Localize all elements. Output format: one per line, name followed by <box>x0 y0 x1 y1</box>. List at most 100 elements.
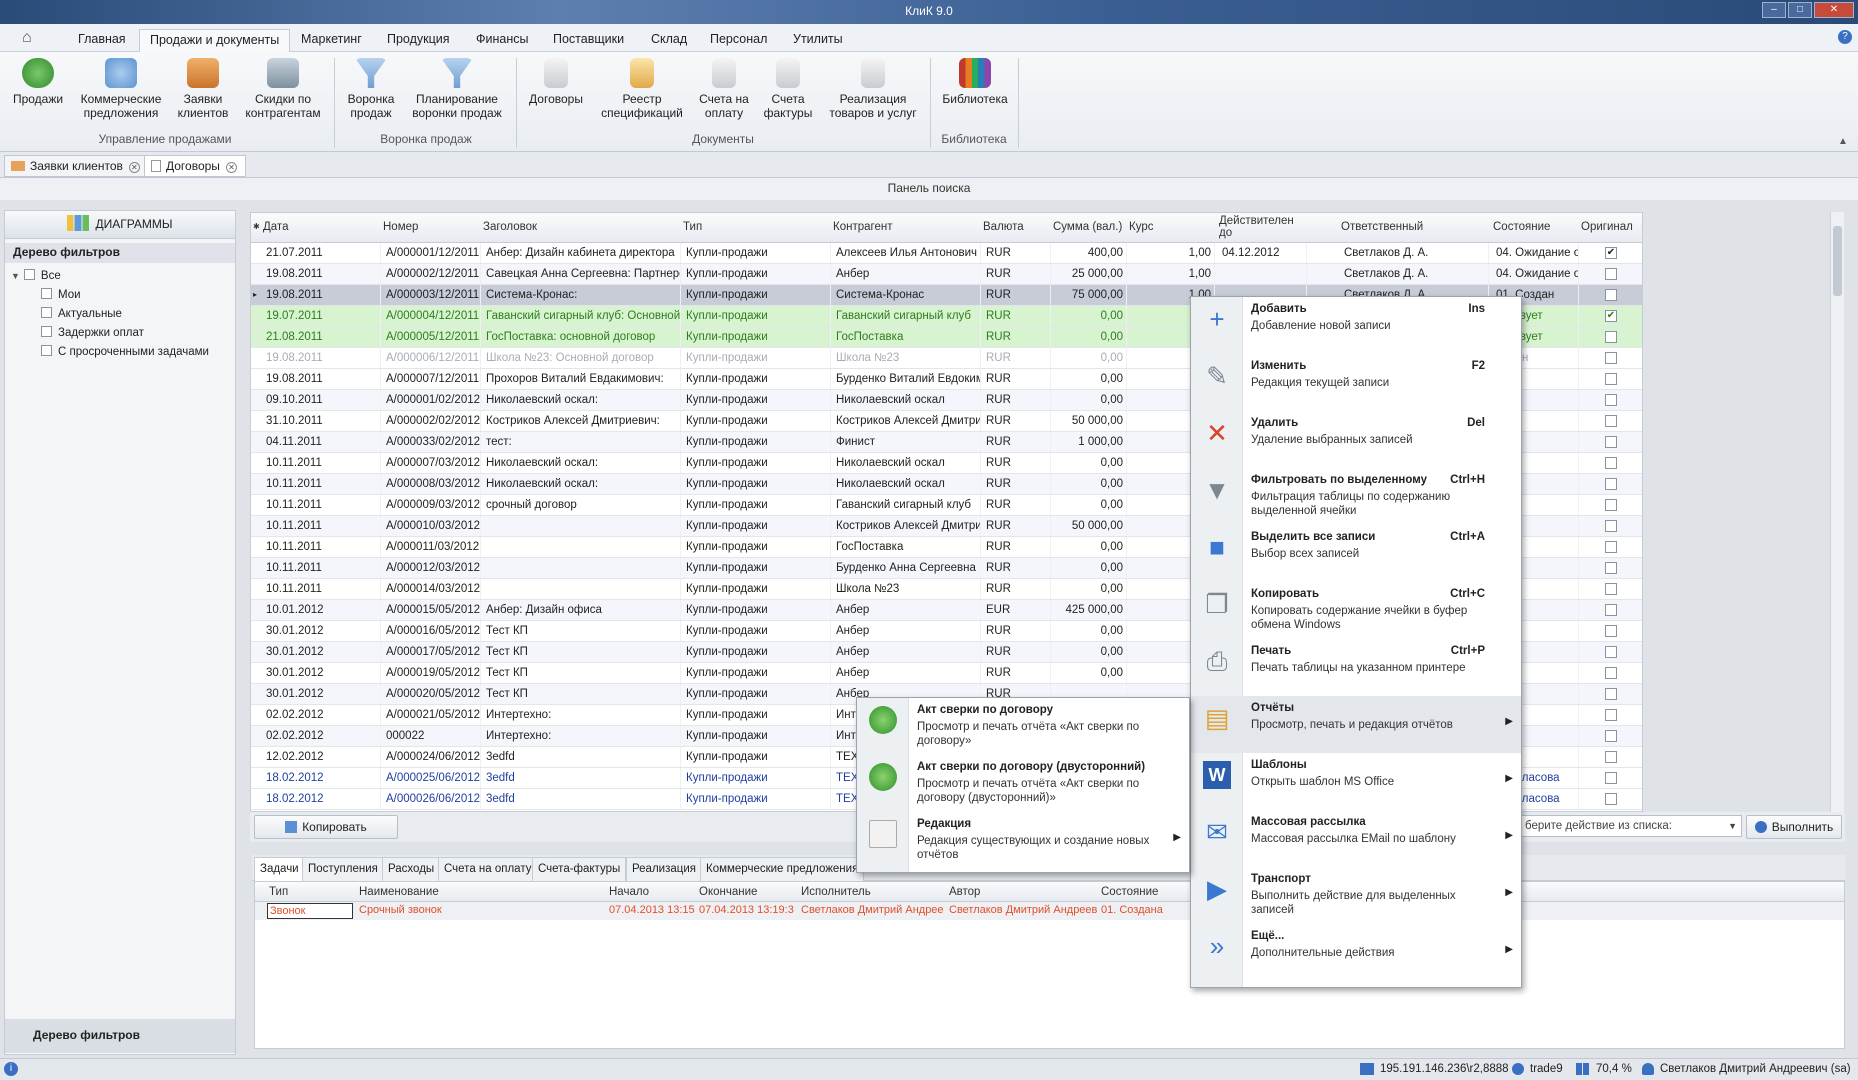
column-header[interactable]: Тип <box>683 221 831 233</box>
original-checkbox[interactable] <box>1605 415 1617 427</box>
original-checkbox[interactable] <box>1605 667 1617 679</box>
tree-item-mine[interactable]: Мои <box>41 288 81 302</box>
table-row[interactable]: 21.07.2011 A/000001/12/2011 Анбер: Дизайн … <box>251 243 1642 264</box>
tab-utilities[interactable]: Утилиты <box>783 29 853 52</box>
report-submenu-item[interactable]: Акт сверки по договору (двусторонний) Про… <box>857 755 1189 812</box>
btab-tasks[interactable]: Задачи <box>254 857 305 881</box>
ribbon-contracts-button[interactable]: Договоры <box>524 58 588 106</box>
original-checkbox[interactable] <box>1605 730 1617 742</box>
btab-receipts[interactable]: Поступления <box>302 857 384 881</box>
column-header[interactable]: Номер <box>383 221 481 233</box>
report-submenu-item[interactable]: Редакция Редакция существующих и создание… <box>857 812 1189 869</box>
column-header[interactable]: Сумма (вал.) <box>1053 221 1127 233</box>
original-checkbox[interactable]: ✔ <box>1605 247 1617 259</box>
tab-main[interactable]: Главная <box>68 29 136 52</box>
original-checkbox[interactable] <box>1605 646 1617 658</box>
original-checkbox[interactable] <box>1605 394 1617 406</box>
context-menu-item[interactable]: ■ Выделить все записи Выбор всех записей Ct… <box>1191 525 1521 582</box>
original-checkbox[interactable]: ✔ <box>1605 310 1617 322</box>
original-checkbox[interactable] <box>1605 751 1617 763</box>
home-icon[interactable]: ⌂ <box>22 29 42 47</box>
btab-vat-invoices[interactable]: Счета-фактуры <box>532 857 627 881</box>
original-checkbox[interactable] <box>1605 478 1617 490</box>
tab-sales-documents[interactable]: Продажи и документы <box>139 29 291 52</box>
ribbon-funnel-button[interactable]: Воронка продаж <box>342 58 400 120</box>
context-menu-item[interactable]: ❐ Копировать Копировать содержание ячейки … <box>1191 582 1521 639</box>
copy-button[interactable]: Копировать <box>254 815 398 839</box>
ribbon-discounts-button[interactable]: Скидки по контрагентам <box>240 58 326 120</box>
ribbon-invoices-button[interactable]: Счета на оплату <box>694 58 754 120</box>
close-tab-icon[interactable]: ✕ <box>128 162 140 173</box>
column-header[interactable]: Оригинал <box>1581 221 1641 233</box>
ribbon-sales-button[interactable]: Продажи <box>8 58 68 106</box>
close-button[interactable]: ✕ <box>1814 2 1854 18</box>
ribbon-library-button[interactable]: Библиотека <box>938 58 1012 106</box>
original-checkbox[interactable] <box>1605 268 1617 280</box>
tab-suppliers[interactable]: Поставщики <box>543 29 634 52</box>
help-icon[interactable]: ? <box>1838 30 1852 44</box>
context-menu-item[interactable]: ✉ Массовая рассылка Массовая рассылка EMai… <box>1191 810 1521 867</box>
ribbon-vat-invoices-button[interactable]: Счета фактуры <box>758 58 818 120</box>
ribbon-funnel-planning-button[interactable]: Планирование воронки продаж <box>406 58 508 120</box>
column-header[interactable]: Контрагент <box>833 221 981 233</box>
column-header[interactable]: Валюта <box>983 221 1051 233</box>
filter-tree-footer-button[interactable]: Дерево фильтров <box>5 1019 235 1053</box>
tree-item-payment-delays[interactable]: Задержки оплат <box>41 326 144 340</box>
context-menu-item[interactable]: ✎ Изменить Редакция текущей записи F2 <box>1191 354 1521 411</box>
doctab-contracts[interactable]: Договоры ✕ <box>144 155 246 177</box>
original-checkbox[interactable] <box>1605 352 1617 364</box>
table-row[interactable]: Звонок Срочный звонок 07.04.2013 13:15 0… <box>255 902 1844 920</box>
btab-realization[interactable]: Реализация <box>626 857 702 881</box>
collapse-ribbon-icon[interactable]: ▲ <box>1838 136 1848 147</box>
doctab-client-requests[interactable]: Заявки клиентов ✕ <box>4 155 149 177</box>
tab-products[interactable]: Продукция <box>377 29 460 52</box>
original-checkbox[interactable] <box>1605 772 1617 784</box>
original-checkbox[interactable] <box>1605 583 1617 595</box>
tree-item-all[interactable]: ▼ Все <box>11 269 61 283</box>
btab-invoices[interactable]: Счета на оплату <box>438 857 538 881</box>
ribbon-specs-button[interactable]: Реестр спецификаций <box>596 58 688 120</box>
execute-button[interactable]: Выполнить <box>1746 815 1842 839</box>
column-header[interactable]: Курс <box>1129 221 1215 233</box>
original-checkbox[interactable] <box>1605 331 1617 343</box>
context-menu-item[interactable]: ▶ Транспорт Выполнить действие для выделен… <box>1191 867 1521 924</box>
context-menu-item[interactable]: ✕ Удалить Удаление выбранных записей Del <box>1191 411 1521 468</box>
original-checkbox[interactable] <box>1605 541 1617 553</box>
original-checkbox[interactable] <box>1605 625 1617 637</box>
tab-warehouse[interactable]: Склад <box>641 29 697 52</box>
context-menu-item[interactable]: ⎙ Печать Печать таблицы на указанном принт… <box>1191 639 1521 696</box>
column-header[interactable]: Действителен до <box>1219 215 1307 239</box>
context-menu-item[interactable]: W Шаблоны Открыть шаблон MS Office ▶ <box>1191 753 1521 810</box>
original-checkbox[interactable] <box>1605 373 1617 385</box>
column-header[interactable]: Состояние <box>1493 221 1579 233</box>
tab-marketing[interactable]: Маркетинг <box>291 29 372 52</box>
column-header[interactable]: Дата <box>263 221 381 233</box>
tree-item-actual[interactable]: Актуальные <box>41 307 122 321</box>
btab-expenses[interactable]: Расходы <box>382 857 441 881</box>
report-submenu-item[interactable]: Акт сверки по договору Просмотр и печать … <box>857 698 1189 755</box>
action-select[interactable]: берите действие из списка: ▼ <box>1520 815 1742 837</box>
diagrams-button[interactable]: ДИАГРАММЫ <box>5 211 235 239</box>
column-chooser-icon[interactable]: ✱ <box>253 221 260 233</box>
ribbon-realization-button[interactable]: Реализация товаров и услуг <box>822 58 924 120</box>
original-checkbox[interactable] <box>1605 289 1617 301</box>
table-row[interactable]: 19.08.2011 A/000002/12/2011 Савецкая Анна … <box>251 264 1642 285</box>
tab-finance[interactable]: Финансы <box>466 29 538 52</box>
original-checkbox[interactable] <box>1605 520 1617 532</box>
column-header[interactable]: Ответственный <box>1341 221 1489 233</box>
original-checkbox[interactable] <box>1605 604 1617 616</box>
search-panel[interactable]: Панель поиска <box>0 178 1858 200</box>
ribbon-client-requests-button[interactable]: Заявки клиентов <box>170 58 236 120</box>
original-checkbox[interactable] <box>1605 457 1617 469</box>
context-menu-item[interactable]: » Ещё... Дополнительные действия ▶ <box>1191 924 1521 981</box>
original-checkbox[interactable] <box>1605 709 1617 721</box>
info-icon[interactable]: i <box>4 1062 18 1076</box>
minimize-button[interactable]: – <box>1762 2 1786 18</box>
tab-personnel[interactable]: Персонал <box>700 29 777 52</box>
original-checkbox[interactable] <box>1605 562 1617 574</box>
btab-offers[interactable]: Коммерческие предложения <box>700 857 865 881</box>
context-menu-item[interactable]: + Добавить Добавление новой записи Ins <box>1191 297 1521 354</box>
checkbox[interactable] <box>23 269 35 280</box>
column-header[interactable]: Заголовок <box>483 221 681 233</box>
grid-vertical-scrollbar[interactable] <box>1830 212 1844 812</box>
